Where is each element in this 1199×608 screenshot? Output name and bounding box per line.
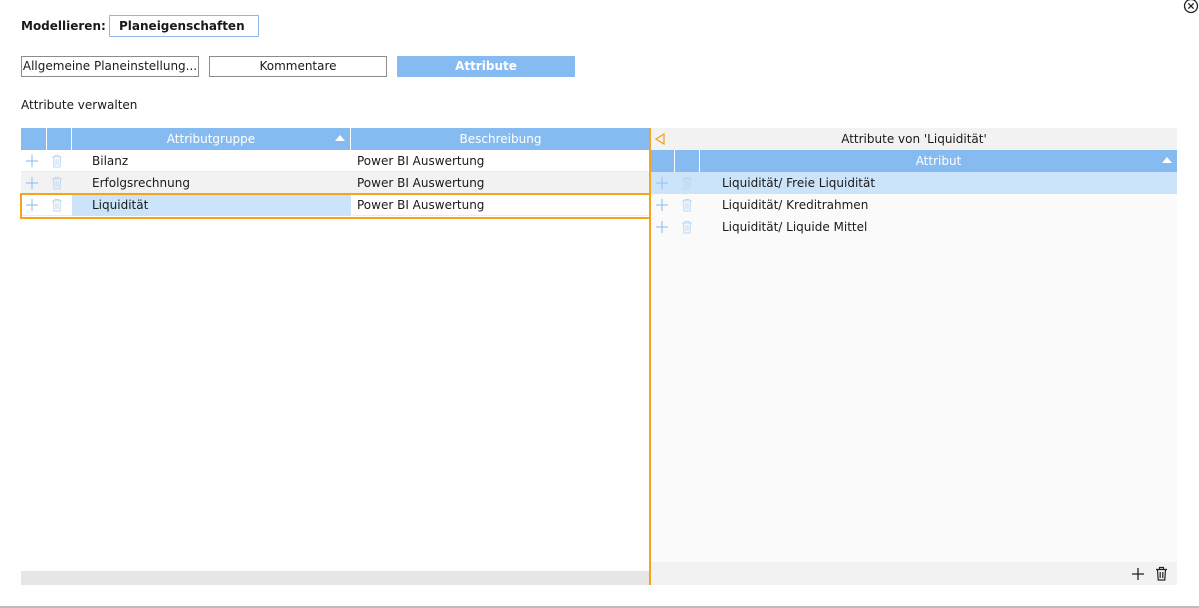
row-description: Power BI Auswertung	[357, 198, 485, 212]
row-delete-button[interactable]	[51, 172, 67, 194]
attribute-panel-title-text: Attribute von 'Liquidität'	[841, 132, 987, 146]
row-delete-button[interactable]	[681, 194, 697, 216]
plus-icon	[656, 199, 668, 211]
close-icon[interactable]	[1183, 0, 1199, 14]
table-row[interactable]: Erfolgsrechnung Power BI Auswertung	[21, 172, 650, 194]
column-header-group[interactable]: Attributgruppe	[72, 128, 351, 150]
row-attribute: Liquidität/ Kreditrahmen	[722, 198, 869, 212]
trash-icon[interactable]	[1155, 566, 1168, 581]
row-add-button[interactable]	[25, 194, 43, 216]
column-header-group-label: Attributgruppe	[166, 132, 256, 146]
attribute-group-grid: Attributgruppe Beschreibung Bilanz Power…	[21, 128, 650, 585]
tab-comments[interactable]: Kommentare	[209, 56, 387, 77]
row-description: Power BI Auswertung	[357, 176, 485, 190]
table-row[interactable]: Bilanz Power BI Auswertung	[21, 150, 650, 172]
row-group: Erfolgsrechnung	[92, 176, 190, 190]
plus-icon	[656, 221, 668, 233]
table-row[interactable]: Liquidität Power BI Auswertung	[21, 194, 650, 216]
row-add-button[interactable]	[25, 150, 43, 172]
list-item[interactable]: Liquidität/ Kreditrahmen	[651, 194, 1177, 216]
plus-icon	[26, 199, 38, 211]
column-header-description[interactable]: Beschreibung	[351, 128, 650, 150]
sort-ascending-icon	[335, 135, 345, 141]
attribute-panel-footer	[651, 562, 1177, 585]
trash-icon	[682, 177, 692, 190]
grid-header: Attributgruppe Beschreibung	[21, 128, 650, 150]
tab-attributes[interactable]: Attribute	[397, 56, 575, 77]
header-delete-column	[47, 128, 72, 150]
row-group: Liquidität	[72, 194, 351, 216]
row-group: Bilanz	[92, 154, 129, 168]
trash-icon	[682, 221, 692, 234]
header-add-column	[651, 150, 675, 172]
trash-icon	[52, 155, 62, 168]
plus-icon	[26, 177, 38, 189]
row-description: Power BI Auswertung	[357, 154, 485, 168]
row-attribute: Liquidität/ Liquide Mittel	[722, 220, 868, 234]
row-delete-button[interactable]	[51, 194, 67, 216]
row-add-button[interactable]	[25, 172, 43, 194]
trash-icon	[52, 177, 62, 190]
row-delete-button[interactable]	[681, 172, 697, 194]
trash-icon	[682, 199, 692, 212]
attribute-grid-header: Attribut	[651, 150, 1177, 172]
tab-general-settings[interactable]: Allgemeine Planeinstellung...	[21, 56, 199, 77]
plus-icon	[656, 177, 668, 189]
attribute-dialog: Modellieren: Planeigenschaften Allgemein…	[0, 0, 1199, 608]
section-title: Attribute verwalten	[21, 98, 138, 112]
horizontal-scrollbar[interactable]	[21, 571, 650, 585]
plus-icon[interactable]	[1131, 567, 1145, 581]
row-add-button[interactable]	[655, 194, 673, 216]
model-label: Modellieren:	[21, 19, 106, 33]
attribute-panel-title: Attribute von 'Liquidität'	[651, 128, 1177, 150]
model-value-field[interactable]: Planeigenschaften	[109, 15, 259, 37]
row-add-button[interactable]	[655, 172, 673, 194]
trash-icon	[52, 199, 62, 212]
collapse-left-icon[interactable]	[654, 133, 666, 145]
column-header-attribute[interactable]: Attribut	[700, 150, 1177, 172]
list-item[interactable]: Liquidität/ Liquide Mittel	[651, 216, 1177, 238]
attribute-panel: Attribute von 'Liquidität' Attribut Liqu…	[651, 128, 1177, 585]
header-add-column	[21, 128, 47, 150]
row-attribute: Liquidität/ Freie Liquidität	[722, 176, 876, 190]
row-delete-button[interactable]	[681, 216, 697, 238]
column-header-attribute-label: Attribut	[915, 154, 962, 168]
plus-icon	[26, 155, 38, 167]
sort-ascending-icon	[1162, 157, 1172, 163]
list-item[interactable]: Liquidität/ Freie Liquidität	[651, 172, 1177, 194]
row-delete-button[interactable]	[51, 150, 67, 172]
header-delete-column	[675, 150, 700, 172]
row-add-button[interactable]	[655, 216, 673, 238]
